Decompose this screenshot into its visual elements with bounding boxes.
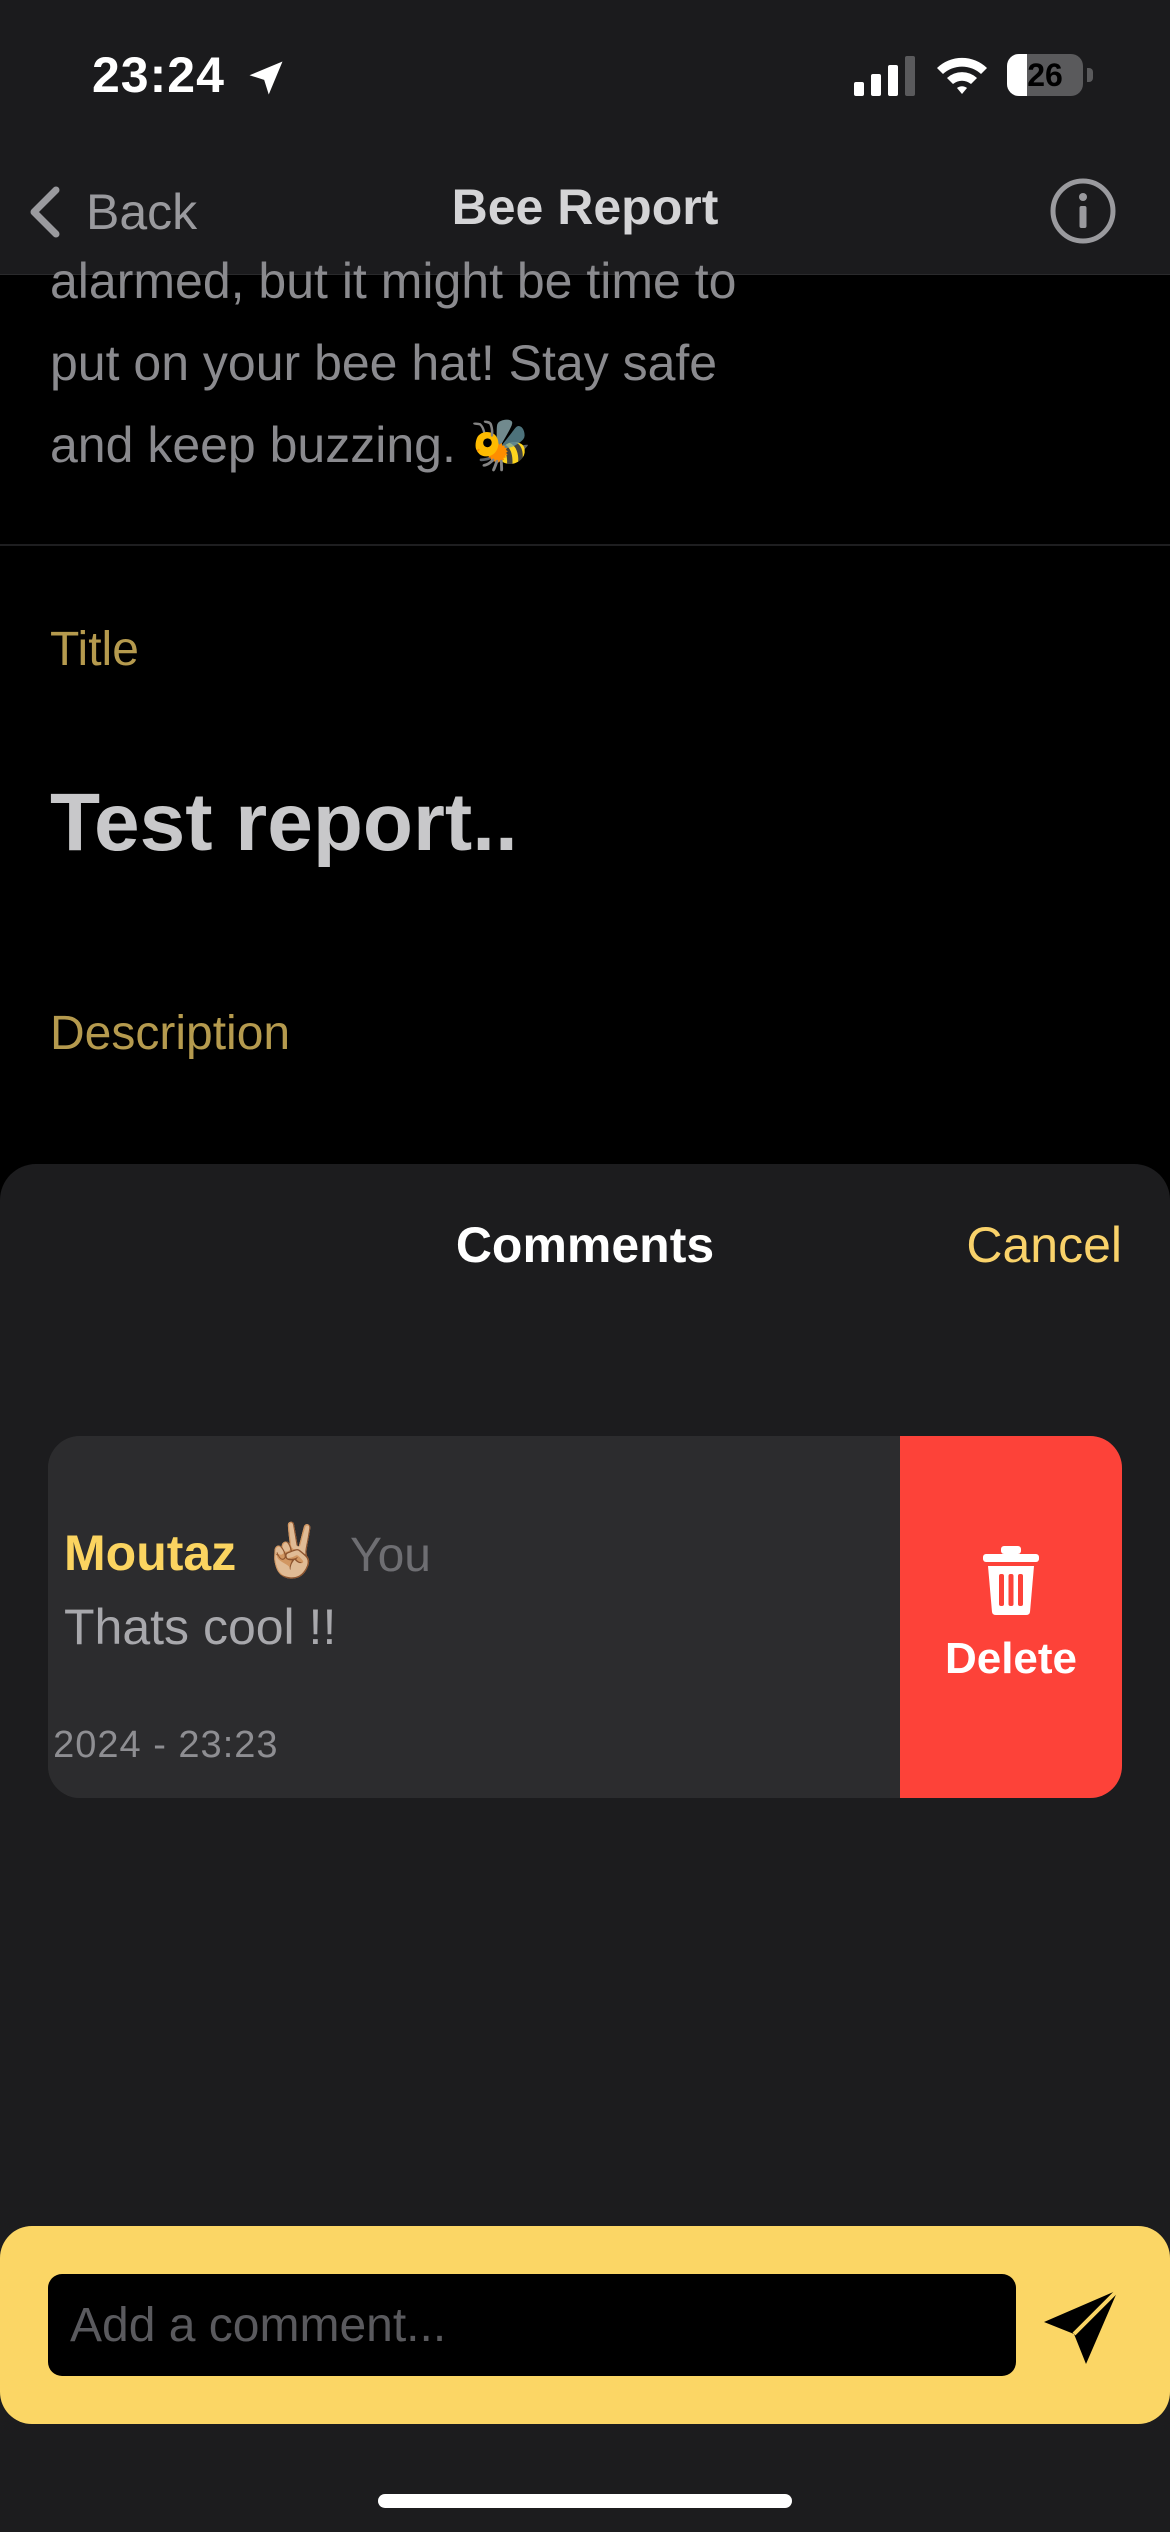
delete-comment-button[interactable]: Delete: [900, 1436, 1122, 1798]
comment-row[interactable]: Moutaz ✌🏼 You Thats cool !! t 2024 - 23:…: [48, 1436, 1122, 1798]
comment-text: Thats cool !!: [64, 1599, 337, 1655]
delete-label: Delete: [944, 1634, 1078, 1683]
send-icon[interactable]: [1038, 2284, 1124, 2370]
section-divider: [0, 544, 1170, 546]
comment-input[interactable]: [48, 2274, 1016, 2376]
report-body-line: put on your bee hat! Stay safe: [50, 335, 718, 391]
wifi-icon: [937, 57, 987, 94]
report-body-line: alarmed, but it might be time to: [50, 253, 737, 309]
battery-icon: 26: [1007, 54, 1093, 96]
comment-author: Moutaz: [64, 1525, 237, 1581]
status-time: 23:24: [92, 47, 225, 103]
comment-date: t 2024 - 23:23: [48, 1724, 279, 1766]
comment-you-badge: You: [350, 1529, 431, 1582]
comment-content: Moutaz ✌🏼 You Thats cool !! t 2024 - 23:…: [48, 1436, 900, 1798]
report-body-line: and keep buzzing. 🐝: [50, 417, 533, 473]
info-circle-icon[interactable]: [1048, 176, 1118, 246]
trash-icon: [983, 1546, 1039, 1615]
comment-author-emoji: ✌🏼: [260, 1522, 325, 1580]
report-title: Test report..: [50, 777, 518, 868]
home-indicator: [378, 2494, 792, 2508]
title-label: Title: [50, 623, 139, 676]
status-bar: 23:24 26: [0, 0, 1170, 150]
battery-level: 26: [1027, 57, 1063, 93]
cellular-signal-icon: [854, 56, 915, 96]
comment-composer: [0, 2226, 1170, 2424]
description-label: Description: [50, 1007, 291, 1060]
report-body-text: alarmed, but it might be time to put on …: [50, 240, 950, 486]
nav-title: Bee Report: [451, 179, 719, 235]
location-arrow-icon: [249, 61, 283, 95]
cancel-button[interactable]: Cancel: [966, 1216, 1122, 1274]
